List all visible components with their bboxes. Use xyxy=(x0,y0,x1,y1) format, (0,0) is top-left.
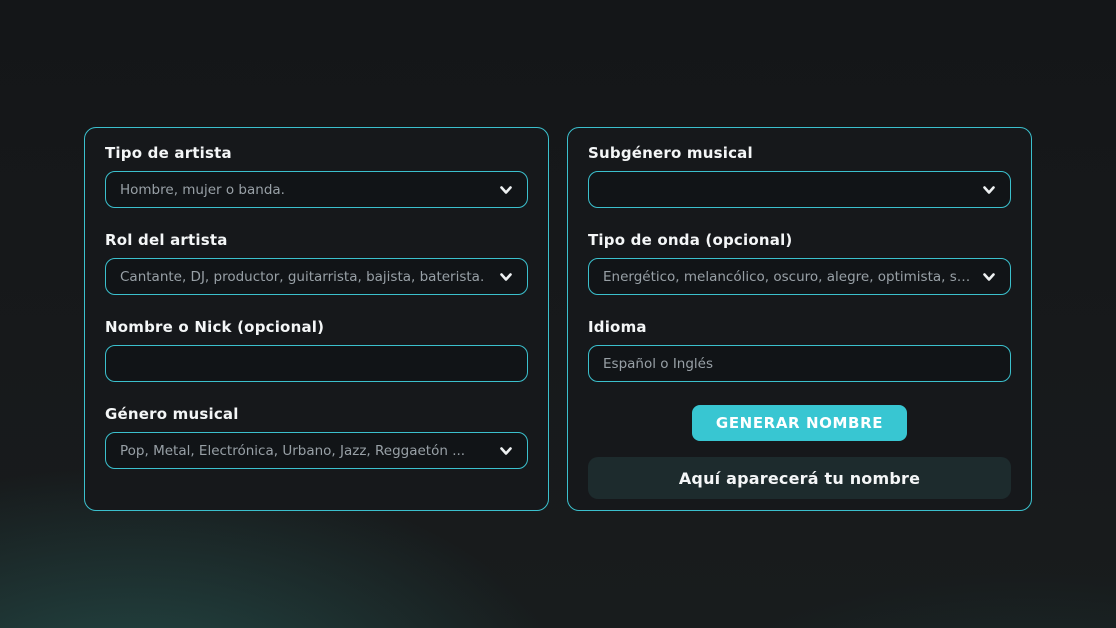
result-placeholder: Aquí aparecerá tu nombre xyxy=(588,457,1011,499)
vibe-label: Tipo de onda (opcional) xyxy=(588,231,1011,249)
nickname-label: Nombre o Nick (opcional) xyxy=(105,318,528,336)
generate-name-button[interactable]: GENERAR NOMBRE xyxy=(692,405,907,441)
artist-form-panel: Tipo de artista Hombre, mujer o banda. R… xyxy=(84,127,549,511)
artist-role-label: Rol del artista xyxy=(105,231,528,249)
result-placeholder-text: Aquí aparecerá tu nombre xyxy=(679,469,920,488)
vibe-select[interactable]: Energético, melancólico, oscuro, alegre,… xyxy=(588,258,1011,295)
artist-role-select[interactable]: Cantante, DJ, productor, guitarrista, ba… xyxy=(105,258,528,295)
generator-panel: Subgénero musical Tipo de onda (opcional… xyxy=(567,127,1032,511)
music-genre-select[interactable]: Pop, Metal, Electrónica, Urbano, Jazz, R… xyxy=(105,432,528,469)
artist-type-value: Hombre, mujer o banda. xyxy=(120,182,489,198)
chevron-down-icon xyxy=(980,181,998,199)
nickname-field: Nombre o Nick (opcional) xyxy=(105,318,528,382)
artist-type-select[interactable]: Hombre, mujer o banda. xyxy=(105,171,528,208)
music-genre-value: Pop, Metal, Electrónica, Urbano, Jazz, R… xyxy=(120,443,489,459)
music-genre-field: Género musical Pop, Metal, Electrónica, … xyxy=(105,405,528,469)
music-genre-label: Género musical xyxy=(105,405,528,423)
language-label: Idioma xyxy=(588,318,1011,336)
chevron-down-icon xyxy=(497,442,515,460)
vibe-value: Energético, melancólico, oscuro, alegre,… xyxy=(603,269,972,285)
language-field: Idioma xyxy=(588,318,1011,382)
artist-type-field: Tipo de artista Hombre, mujer o banda. xyxy=(105,144,528,208)
artist-type-label: Tipo de artista xyxy=(105,144,528,162)
vibe-field: Tipo de onda (opcional) Energético, mela… xyxy=(588,231,1011,295)
artist-role-field: Rol del artista Cantante, DJ, productor,… xyxy=(105,231,528,295)
subgenre-select[interactable] xyxy=(588,171,1011,208)
app-background: { "colors": { "accent_border": "#3bc0cd"… xyxy=(0,0,1116,628)
chevron-down-icon xyxy=(980,268,998,286)
language-input[interactable] xyxy=(588,345,1011,382)
subgenre-label: Subgénero musical xyxy=(588,144,1011,162)
chevron-down-icon xyxy=(497,181,515,199)
nickname-input[interactable] xyxy=(105,345,528,382)
subgenre-field: Subgénero musical xyxy=(588,144,1011,208)
artist-role-value: Cantante, DJ, productor, guitarrista, ba… xyxy=(120,269,489,285)
chevron-down-icon xyxy=(497,268,515,286)
